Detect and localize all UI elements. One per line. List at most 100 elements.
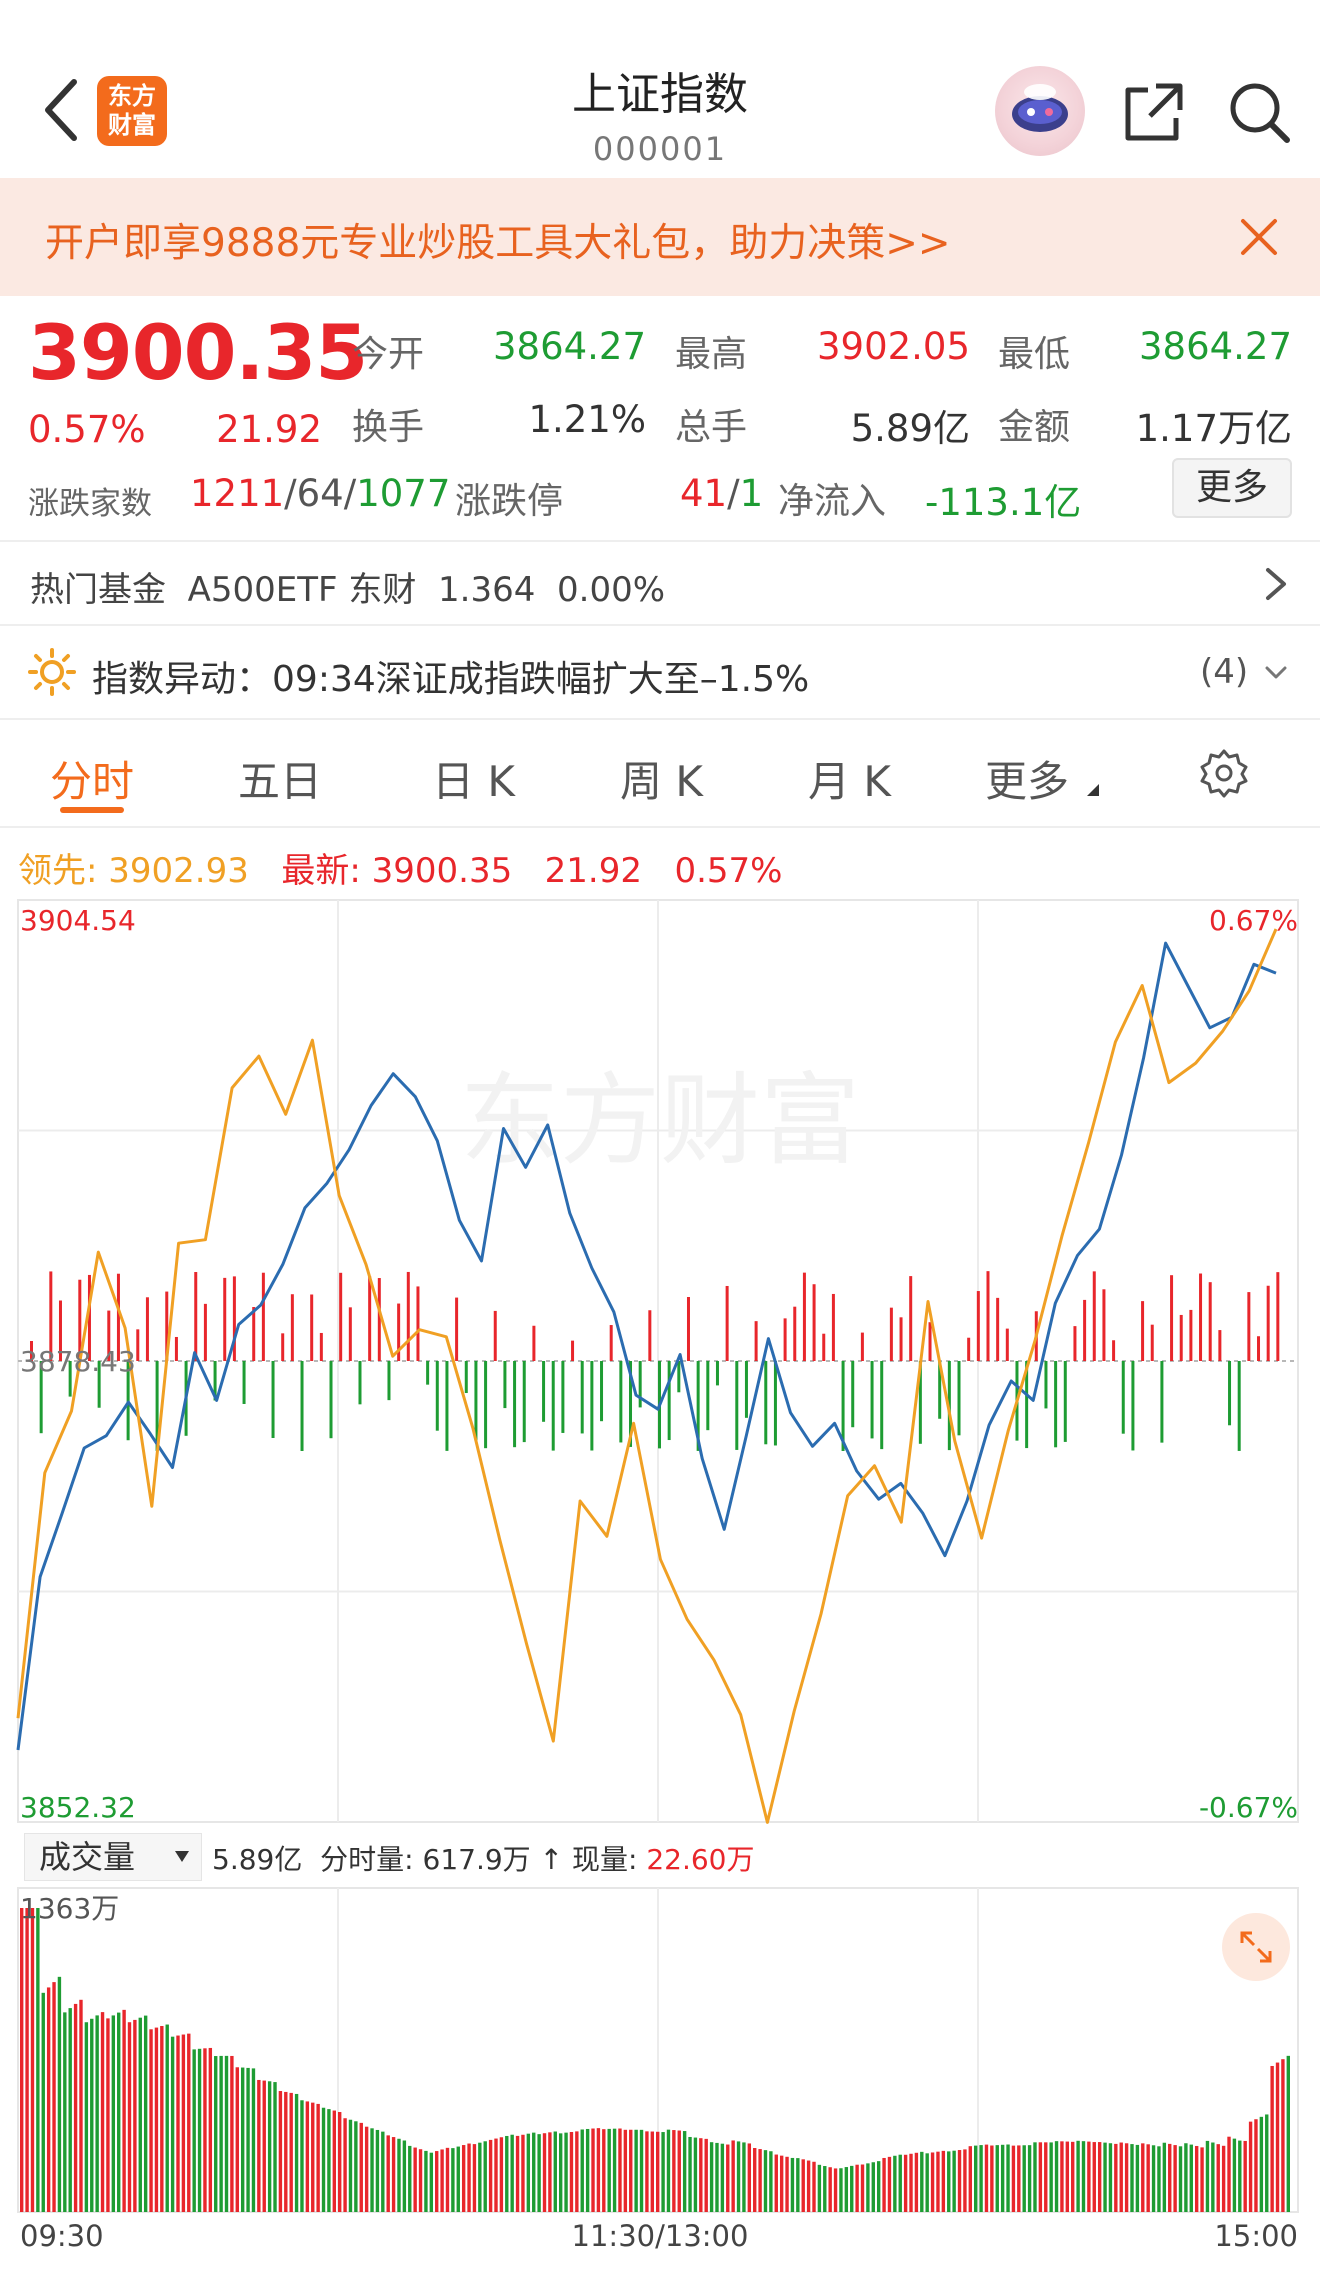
breadth-value: 1211/64/1077: [190, 472, 451, 515]
volume-bar: [806, 2160, 811, 2212]
volume-bar: [736, 2141, 741, 2212]
sell-bar: [1237, 1361, 1241, 1451]
tab-daily-k[interactable]: 日 K: [432, 748, 515, 809]
pct-max-label: 0.67%: [1209, 904, 1298, 937]
volume-bar: [305, 2101, 310, 2212]
alert-text[interactable]: 指数异动：09:34深证成指跌幅扩大至–1.5%: [92, 650, 809, 702]
volume-bar: [1027, 2145, 1032, 2212]
hot-fund-text[interactable]: 热门基金 A500ETF 东财 1.364 0.00%: [30, 562, 665, 611]
volume-bar: [1254, 2119, 1258, 2212]
volume-bar: [1033, 2142, 1037, 2212]
volume-bar: [111, 2015, 116, 2212]
volume-bar: [197, 2048, 202, 2212]
tab-intraday[interactable]: 分时: [50, 748, 134, 809]
volume-bar: [801, 2159, 805, 2212]
buy-bar: [831, 1293, 835, 1361]
volume-bar: [1017, 2145, 1021, 2212]
page-title: 上证指数: [572, 69, 748, 120]
volume-bar: [812, 2161, 816, 2212]
open-label: 今开: [352, 334, 425, 375]
sell-bar: [773, 1361, 777, 1446]
volume-bar: [941, 2150, 946, 2212]
volume-bar: [381, 2131, 385, 2212]
volume-bar: [472, 2144, 477, 2212]
volume-bar: [1238, 2140, 1242, 2212]
volume-bar: [914, 2152, 919, 2212]
volume-bar: [1168, 2143, 1172, 2212]
buy-bar: [1257, 1336, 1261, 1361]
volume-bar: [974, 2145, 978, 2212]
more-button[interactable]: 更多: [1172, 458, 1292, 518]
high-label: 最高: [675, 334, 748, 375]
assistant-avatar[interactable]: [995, 66, 1085, 156]
tab-weekly-k[interactable]: 周 K: [620, 748, 703, 809]
divider: [0, 540, 1320, 542]
tab-more[interactable]: 更多: [985, 748, 1069, 809]
buy-bar: [967, 1337, 971, 1361]
sell-bar: [957, 1361, 961, 1436]
buy-bar: [455, 1297, 459, 1361]
volume-bar: [1281, 2059, 1285, 2212]
volume-bar: [1178, 2146, 1183, 2212]
sell-bar: [271, 1361, 275, 1438]
search-icon[interactable]: [1225, 78, 1293, 146]
alert-count[interactable]: (4): [1200, 652, 1248, 692]
volume-bar: [790, 2157, 795, 2212]
sell-bar: [1228, 1361, 1232, 1426]
volume-bar: [1049, 2142, 1053, 2212]
volume-bar: [46, 1987, 51, 2212]
sell-bar: [522, 1361, 526, 1443]
volume-bar: [569, 2131, 574, 2212]
expand-button[interactable]: [1222, 1913, 1290, 1981]
intraday-chart[interactable]: 东方财富 3904.543878.433852.320.67%-0.67% 13…: [0, 895, 1320, 2273]
volume-bar: [893, 2155, 897, 2212]
chevron-right-icon[interactable]: [1262, 564, 1290, 604]
volume-bar: [515, 2135, 520, 2212]
volume-bar: [203, 2048, 207, 2212]
divider: [0, 826, 1320, 828]
volume-bar: [1124, 2143, 1129, 2212]
buy-bar: [609, 1325, 613, 1361]
header: 东方 财富 上证指数 000001: [0, 0, 1320, 178]
promo-text[interactable]: 开户即享9888元专业炒股工具大礼包，助力决策>>: [45, 212, 951, 268]
gear-icon[interactable]: [1199, 748, 1249, 798]
volume-bar: [510, 2134, 514, 2212]
volume-bar: [645, 2131, 649, 2212]
buy-bar: [1247, 1292, 1251, 1361]
back-icon[interactable]: [30, 70, 90, 150]
volume-bar: [661, 2132, 665, 2212]
volume-bar: [246, 2067, 250, 2212]
amount-label: 金额: [998, 407, 1071, 448]
promo-banner[interactable]: 开户即享9888元专业炒股工具大礼包，助力决策>>: [0, 178, 1320, 296]
volume-bar: [1211, 2142, 1215, 2212]
tab-five-day[interactable]: 五日: [238, 748, 322, 809]
chevron-down-icon[interactable]: [1263, 664, 1289, 682]
robot-icon: [1012, 84, 1068, 132]
volume-bar: [359, 2122, 363, 2212]
volume-bar: [682, 2131, 687, 2212]
volume-bar: [521, 2134, 525, 2212]
sell-bar: [542, 1361, 546, 1422]
prev-close-label: 3878.43: [20, 1345, 136, 1378]
close-icon[interactable]: [1235, 213, 1283, 261]
low-value: 3864.27: [1138, 325, 1292, 368]
volume-bar: [187, 2033, 191, 2212]
tab-monthly-k[interactable]: 月 K: [808, 748, 891, 809]
volume-bar: [920, 2151, 924, 2212]
buy-bar: [368, 1276, 372, 1361]
dropdown-caret-icon[interactable]: [175, 1851, 189, 1863]
volume-bar: [402, 2140, 407, 2212]
volume-bar: [1184, 2143, 1188, 2212]
buy-bar: [281, 1333, 285, 1361]
volume-bar: [224, 2055, 229, 2212]
volume-bar: [688, 2136, 692, 2212]
buy-bar: [793, 1306, 797, 1361]
volume-bar: [1146, 2144, 1150, 2212]
buy-bar: [1179, 1314, 1183, 1361]
volume-bar: [36, 1908, 40, 2212]
high-value: 3902.05: [816, 325, 970, 368]
buy-bar: [319, 1332, 323, 1361]
volume-value: 5.89亿: [850, 407, 970, 450]
volume-bar: [1151, 2145, 1156, 2212]
share-icon[interactable]: [1122, 80, 1186, 144]
